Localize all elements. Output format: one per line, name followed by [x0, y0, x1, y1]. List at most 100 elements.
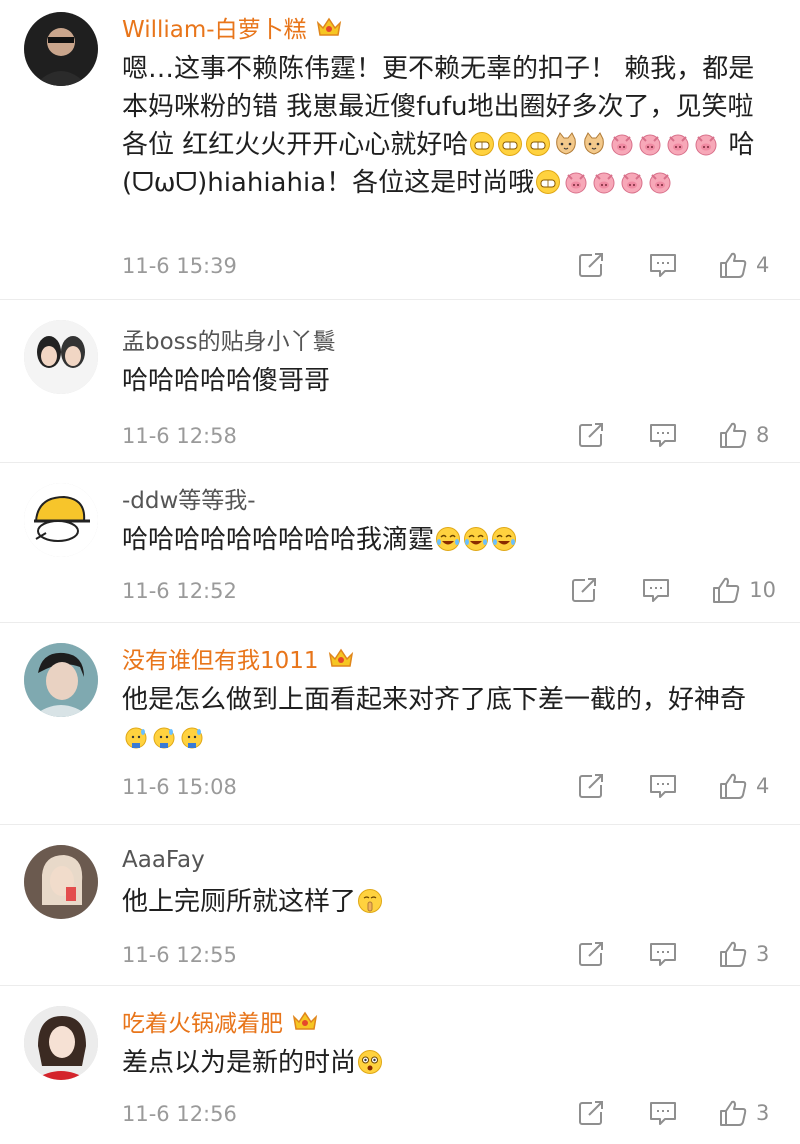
grin-emoji-icon [469, 131, 495, 157]
share-button[interactable] [576, 250, 606, 280]
crown-icon [327, 646, 355, 670]
reply-icon [648, 939, 678, 969]
like-count: 8 [756, 423, 770, 447]
sweat-emoji-icon [123, 724, 149, 750]
sweat-emoji-icon [179, 724, 205, 750]
share-button[interactable] [569, 575, 599, 605]
share-button[interactable] [576, 1098, 606, 1128]
avatar[interactable] [24, 483, 98, 557]
avatar[interactable] [24, 320, 98, 394]
comment-text: 哈哈哈哈哈哈哈哈哈我滴霆 [122, 521, 800, 559]
share-icon [576, 250, 606, 280]
comment-footer: 11-6 15:39 4 [122, 240, 800, 296]
share-icon [576, 939, 606, 969]
like-button[interactable]: 3 [718, 939, 776, 969]
thumbs-up-icon [718, 420, 748, 450]
share-button[interactable] [576, 771, 606, 801]
share-icon [576, 1098, 606, 1128]
comment-text: 嗯…这事不赖陈伟霆！更不赖无辜的扣子！ 赖我，都是本妈咪粉的错 我崽最近傻fuf… [122, 50, 800, 240]
grin-emoji-icon [497, 131, 523, 157]
thumbs-up-icon [711, 575, 741, 605]
share-button[interactable] [576, 939, 606, 969]
like-button[interactable]: 4 [718, 771, 776, 801]
pig-emoji-icon [647, 169, 673, 195]
comment-text: 哈哈哈哈哈傻哥哥 [122, 362, 800, 400]
share-icon [569, 575, 599, 605]
like-button[interactable]: 4 [718, 250, 776, 280]
timestamp: 11-6 15:39 [122, 254, 237, 278]
reply-button[interactable] [648, 420, 678, 450]
like-count: 3 [756, 1101, 770, 1125]
comment-footer: 11-6 15:08 4 [122, 761, 800, 817]
comment-text-part: 哈哈哈哈哈傻哥哥 [122, 366, 331, 396]
like-button[interactable]: 8 [718, 420, 776, 450]
reply-icon [648, 1098, 678, 1128]
like-count: 4 [756, 774, 770, 798]
avatar[interactable] [24, 845, 98, 919]
timestamp: 11-6 12:55 [122, 943, 237, 967]
comment-item: -ddw等等我- 哈哈哈哈哈哈哈哈哈我滴霆 11-6 12:52 10 [0, 463, 800, 623]
comment-text: 差点以为是新的时尚 [122, 1044, 800, 1082]
comment-footer: 11-6 12:52 10 [122, 565, 800, 621]
cat-emoji-icon [553, 131, 579, 157]
comment-text: 他上完厕所就这样了 [122, 883, 800, 921]
grin-emoji-icon [525, 131, 551, 157]
thumbs-up-icon [718, 250, 748, 280]
thumbs-up-icon [718, 939, 748, 969]
comment-text-part: 他是怎么做到上面看起来对齐了底下差一截的，好神奇 [122, 685, 747, 715]
like-count: 3 [756, 942, 770, 966]
reply-button[interactable] [648, 771, 678, 801]
comment-text-part: 他上完厕所就这样了 [122, 887, 357, 917]
cat-emoji-icon [581, 131, 607, 157]
username[interactable]: AaaFay [122, 847, 205, 873]
username[interactable]: 孟boss的贴身小丫鬟 [122, 322, 336, 356]
comment-item: William-白萝卜糕 嗯…这事不赖陈伟霆！更不赖无辜的扣子！ 赖我，都是本妈… [0, 0, 800, 300]
comment-item: 没有谁但有我1011 他是怎么做到上面看起来对齐了底下差一截的，好神奇 11-6… [0, 623, 800, 825]
reply-button[interactable] [648, 250, 678, 280]
grin-emoji-icon [535, 169, 561, 195]
comment-text-part: 哈哈哈哈哈哈哈哈哈我滴霆 [122, 525, 435, 555]
like-button[interactable]: 3 [718, 1098, 776, 1128]
username[interactable]: 没有谁但有我1011 [122, 641, 319, 675]
reply-button[interactable] [648, 1098, 678, 1128]
reply-button[interactable] [641, 575, 671, 605]
reply-icon [648, 250, 678, 280]
comment-item: AaaFay 他上完厕所就这样了 11-6 12:55 3 [0, 825, 800, 986]
like-count: 4 [756, 253, 770, 277]
pig-emoji-icon [619, 169, 645, 195]
comment-footer: 11-6 12:55 3 [122, 929, 800, 985]
avatar[interactable] [24, 1006, 98, 1080]
comment-item: 吃着火锅减着肥 差点以为是新的时尚 11-6 12:56 3 [0, 986, 800, 1129]
timestamp: 11-6 12:52 [122, 579, 237, 603]
thumbs-up-icon [718, 771, 748, 801]
avatar[interactable] [24, 643, 98, 717]
share-icon [576, 771, 606, 801]
crown-icon [315, 15, 343, 39]
like-button[interactable]: 10 [711, 575, 776, 605]
avatar[interactable] [24, 12, 98, 86]
laugh-cry-emoji-icon [491, 526, 517, 552]
reply-icon [641, 575, 671, 605]
comment-text-part: 差点以为是新的时尚 [122, 1048, 357, 1078]
laugh-cry-emoji-icon [435, 526, 461, 552]
share-button[interactable] [576, 420, 606, 450]
timestamp: 11-6 12:58 [122, 424, 237, 448]
comment-list: William-白萝卜糕 嗯…这事不赖陈伟霆！更不赖无辜的扣子！ 赖我，都是本妈… [0, 0, 800, 1129]
pig-emoji-icon [665, 131, 691, 157]
reply-button[interactable] [648, 939, 678, 969]
shush-emoji-icon [357, 888, 383, 914]
reply-icon [648, 420, 678, 450]
username[interactable]: -ddw等等我- [122, 481, 256, 515]
pig-emoji-icon [591, 169, 617, 195]
username[interactable]: 吃着火锅减着肥 [122, 1004, 283, 1038]
comment-item: 孟boss的贴身小丫鬟 哈哈哈哈哈傻哥哥 11-6 12:58 8 [0, 300, 800, 463]
username[interactable]: William-白萝卜糕 [122, 10, 307, 44]
timestamp: 11-6 15:08 [122, 775, 237, 799]
reply-icon [648, 771, 678, 801]
share-icon [576, 420, 606, 450]
thumbs-up-icon [718, 1098, 748, 1128]
comment-footer: 11-6 12:58 8 [122, 410, 800, 466]
like-count: 10 [749, 578, 776, 602]
comment-text: 他是怎么做到上面看起来对齐了底下差一截的，好神奇 [122, 681, 800, 757]
crown-icon [291, 1009, 319, 1033]
